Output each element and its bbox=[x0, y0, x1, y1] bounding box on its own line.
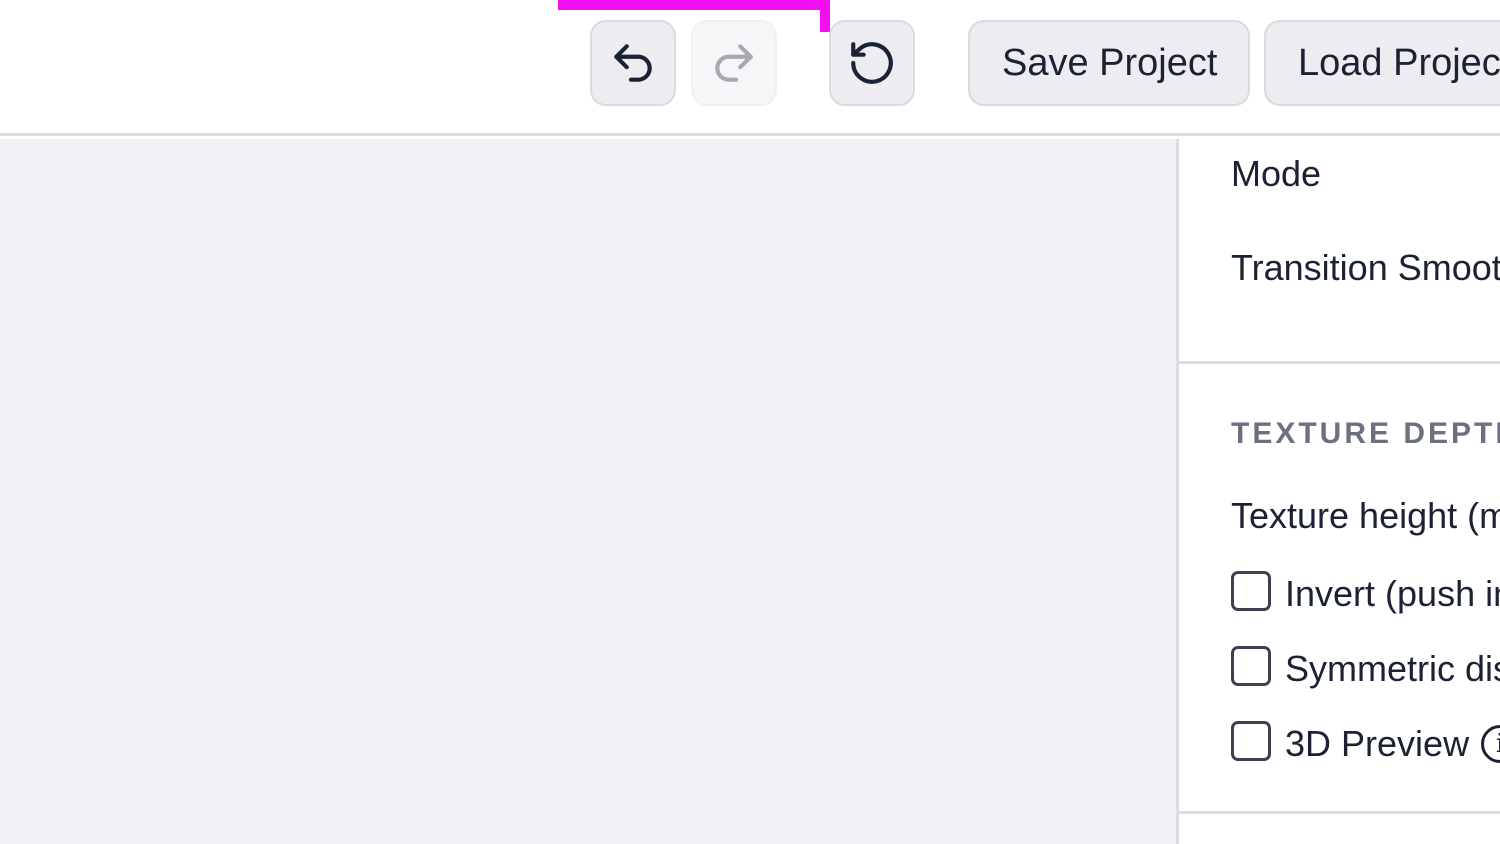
texture-depth-section-title: TEXTURE DEPTH bbox=[1231, 417, 1500, 450]
undo-icon bbox=[614, 44, 652, 82]
settings-panel: Mode Transition Smoothing TEXTURE DEPTH … bbox=[1176, 139, 1500, 844]
invert-checkbox[interactable] bbox=[1231, 571, 1271, 611]
texture-height-label: Texture height (mm) bbox=[1231, 495, 1500, 536]
invert-label: Invert (push in) bbox=[1285, 573, 1500, 614]
mode-label: Mode bbox=[1231, 153, 1322, 194]
canvas-area[interactable] bbox=[0, 139, 1176, 844]
symmetric-option[interactable]: Symmetric displacement bbox=[1231, 646, 1500, 692]
symmetric-checkbox[interactable] bbox=[1231, 646, 1271, 686]
transition-smoothing-label: Transition Smoothing bbox=[1231, 247, 1500, 288]
redo-button[interactable] bbox=[691, 20, 777, 106]
load-project-button[interactable]: Load Project bbox=[1264, 20, 1500, 106]
undo-button[interactable] bbox=[590, 20, 676, 106]
redo-icon bbox=[715, 44, 753, 82]
save-project-button[interactable]: Save Project bbox=[968, 20, 1250, 106]
symmetric-label: Symmetric displacement bbox=[1285, 648, 1500, 689]
info-icon[interactable]: i bbox=[1481, 725, 1500, 763]
preview-3d-label: 3D Preview bbox=[1285, 723, 1470, 764]
reset-icon bbox=[851, 42, 893, 84]
preview-3d-option[interactable]: 3D Preview i bbox=[1231, 721, 1500, 767]
section-divider bbox=[1179, 361, 1500, 364]
section-divider bbox=[1179, 811, 1500, 814]
invert-option[interactable]: Invert (push in) bbox=[1231, 571, 1500, 617]
top-toolbar: Save Project Load Project bbox=[0, 0, 1500, 136]
reset-button[interactable] bbox=[829, 20, 915, 106]
preview-3d-checkbox[interactable] bbox=[1231, 721, 1271, 761]
